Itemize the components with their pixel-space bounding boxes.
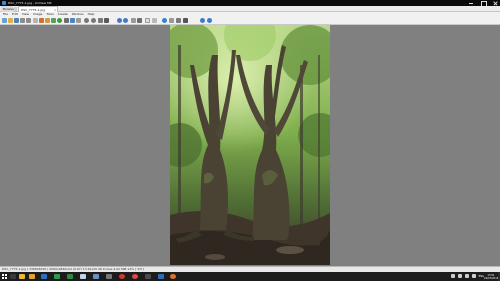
windows-start-icon[interactable] bbox=[2, 274, 7, 279]
print-icon[interactable] bbox=[33, 18, 38, 23]
photos-icon[interactable] bbox=[80, 274, 86, 279]
save-icon[interactable] bbox=[14, 18, 19, 23]
file-explorer-icon[interactable] bbox=[19, 274, 25, 279]
store-icon[interactable] bbox=[93, 274, 99, 279]
settings-icon[interactable] bbox=[39, 18, 44, 23]
grid-icon[interactable] bbox=[51, 18, 56, 23]
share-icon[interactable] bbox=[176, 18, 181, 23]
toolbar bbox=[0, 17, 500, 25]
crop-icon[interactable] bbox=[131, 18, 136, 23]
settings-icon[interactable] bbox=[106, 274, 112, 279]
zoom-in-icon[interactable] bbox=[84, 18, 89, 23]
paste-icon[interactable] bbox=[70, 18, 75, 23]
actual-size-icon[interactable] bbox=[98, 18, 103, 23]
excel-icon[interactable] bbox=[67, 274, 73, 279]
folder-icon[interactable] bbox=[57, 18, 62, 23]
browser-icon[interactable] bbox=[2, 18, 7, 23]
battery-icon[interactable] bbox=[471, 274, 476, 278]
about-icon[interactable] bbox=[207, 18, 212, 23]
fit-icon[interactable] bbox=[76, 18, 81, 23]
forest-photo bbox=[170, 25, 330, 265]
zoom-out-icon[interactable] bbox=[91, 18, 96, 23]
xnview-app-icon bbox=[2, 1, 6, 5]
filter-icon[interactable] bbox=[152, 18, 157, 23]
clock[interactable]: 13:51 22/07/2018 bbox=[484, 272, 498, 281]
slideshow-icon[interactable] bbox=[183, 18, 188, 23]
tab-grip-icon bbox=[14, 7, 17, 11]
edit-icon[interactable] bbox=[45, 18, 50, 23]
next-icon[interactable] bbox=[26, 18, 31, 23]
open-icon[interactable] bbox=[8, 18, 13, 23]
firefox-icon[interactable] bbox=[170, 274, 176, 279]
forest-photo-graphic bbox=[170, 25, 330, 265]
xnview-taskbar-icon[interactable] bbox=[158, 274, 164, 279]
taskbar: ENG 13:51 22/07/2018 bbox=[0, 272, 500, 281]
adjust-icon[interactable] bbox=[145, 18, 150, 23]
volume-icon[interactable] bbox=[464, 274, 469, 278]
mail-icon[interactable] bbox=[41, 274, 47, 279]
network-icon[interactable] bbox=[457, 274, 462, 278]
copy-icon[interactable] bbox=[64, 18, 69, 23]
xnview-window: DSC_7775-1.jpg - XnView MP Browser DSC_7… bbox=[0, 0, 500, 281]
vivaldi-icon[interactable] bbox=[132, 274, 138, 279]
rotate-left-icon[interactable] bbox=[117, 18, 122, 23]
media-icon[interactable] bbox=[119, 274, 125, 279]
chevron-up-icon[interactable] bbox=[450, 274, 455, 278]
resize-icon[interactable] bbox=[137, 18, 142, 23]
clock-date: 22/07/2018 bbox=[484, 276, 499, 280]
search-icon[interactable] bbox=[10, 274, 16, 279]
rotate-right-icon[interactable] bbox=[123, 18, 128, 23]
system-tray: ENG bbox=[450, 274, 484, 279]
prev-icon[interactable] bbox=[20, 18, 25, 23]
image-canvas[interactable] bbox=[0, 25, 500, 266]
histogram-icon[interactable] bbox=[169, 18, 174, 23]
calendar-icon[interactable] bbox=[54, 274, 60, 279]
info-icon[interactable] bbox=[162, 18, 167, 23]
help-icon[interactable] bbox=[200, 18, 205, 23]
folder-icon[interactable] bbox=[29, 274, 35, 279]
fullscreen-icon[interactable] bbox=[104, 18, 109, 23]
terminal-icon[interactable] bbox=[145, 274, 151, 279]
